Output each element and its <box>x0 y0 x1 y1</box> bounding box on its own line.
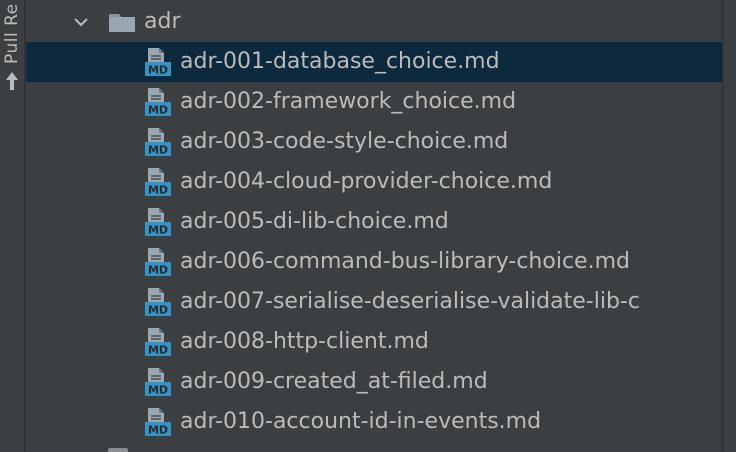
file-name-label: adr-001-database_choice.md <box>180 49 500 74</box>
chevron-down-icon[interactable] <box>72 13 90 31</box>
md-badge-text: MD <box>148 264 168 277</box>
file-name-label: adr-010-account-id-in-events.md <box>180 409 542 434</box>
file-item[interactable]: MD adr-008-http-client.md <box>26 322 722 362</box>
md-badge-text: MD <box>148 144 168 157</box>
project-tree: adr MD adr-001-database_choice.md MD adr-00… <box>26 0 722 452</box>
markdown-file-icon: MD <box>145 248 171 277</box>
file-item[interactable]: MD adr-009-created_at-filed.md <box>26 362 722 402</box>
markdown-file-icon: MD <box>145 168 171 197</box>
left-tool-strip: Pull Re <box>0 0 25 452</box>
arrow-up-icon <box>6 72 18 90</box>
file-name-label: adr-006-command-bus-library-choice.md <box>180 249 630 274</box>
file-name-label: adr-003-code-style-choice.md <box>180 129 509 154</box>
file-item[interactable]: MD adr-003-code-style-choice.md <box>26 122 722 162</box>
md-badge-text: MD <box>148 344 168 357</box>
folder-icon <box>109 14 135 32</box>
markdown-file-icon: MD <box>145 88 171 117</box>
markdown-file-icon: MD <box>145 408 171 437</box>
md-badge-text: MD <box>148 384 168 397</box>
tree-folder-adr[interactable]: adr <box>26 2 722 42</box>
file-name-label: adr-008-http-client.md <box>180 329 429 354</box>
file-name-label: adr-007-serialise-deserialise-validate-l… <box>180 289 640 314</box>
markdown-file-icon: MD <box>145 368 171 397</box>
md-badge-text: MD <box>148 104 168 117</box>
file-name-label: adr-002-framework_choice.md <box>180 89 517 114</box>
markdown-file-icon: MD <box>145 288 171 317</box>
md-badge-text: MD <box>148 224 168 237</box>
file-item[interactable]: MD adr-004-cloud-provider-choice.md <box>26 162 722 202</box>
file-item[interactable]: MD adr-007-serialise-deserialise-validate… <box>26 282 722 322</box>
file-item[interactable]: MD adr-006-command-bus-library-choice.md <box>26 242 722 282</box>
file-item[interactable]: MD adr-010-account-id-in-events.md <box>26 402 722 442</box>
right-tool-strip <box>722 0 736 452</box>
pull-requests-tool-button[interactable]: Pull Re <box>0 0 24 96</box>
file-name-label: adr-004-cloud-provider-choice.md <box>180 169 553 194</box>
md-badge-text: MD <box>148 304 168 317</box>
markdown-file-icon: MD <box>145 208 171 237</box>
file-name-label: adr-005-di-lib-choice.md <box>180 209 449 234</box>
project-tool-window: Pull Re adr MD adr-001-database_choice.md… <box>0 0 736 452</box>
partial-file-icon <box>108 448 128 452</box>
md-badge-text: MD <box>148 424 168 437</box>
file-item[interactable]: MD adr-001-database_choice.md <box>26 42 722 82</box>
pull-requests-tool-label: Pull Re <box>2 3 22 64</box>
file-item[interactable]: MD adr-005-di-lib-choice.md <box>26 202 722 242</box>
markdown-file-icon: MD <box>145 48 171 77</box>
md-badge-text: MD <box>148 184 168 197</box>
file-item[interactable]: MD adr-002-framework_choice.md <box>26 82 722 122</box>
file-name-label: adr-009-created_at-filed.md <box>180 369 488 394</box>
markdown-file-icon: MD <box>145 128 171 157</box>
md-badge-text: MD <box>148 64 168 77</box>
markdown-file-icon: MD <box>145 328 171 357</box>
folder-label: adr <box>144 9 181 34</box>
